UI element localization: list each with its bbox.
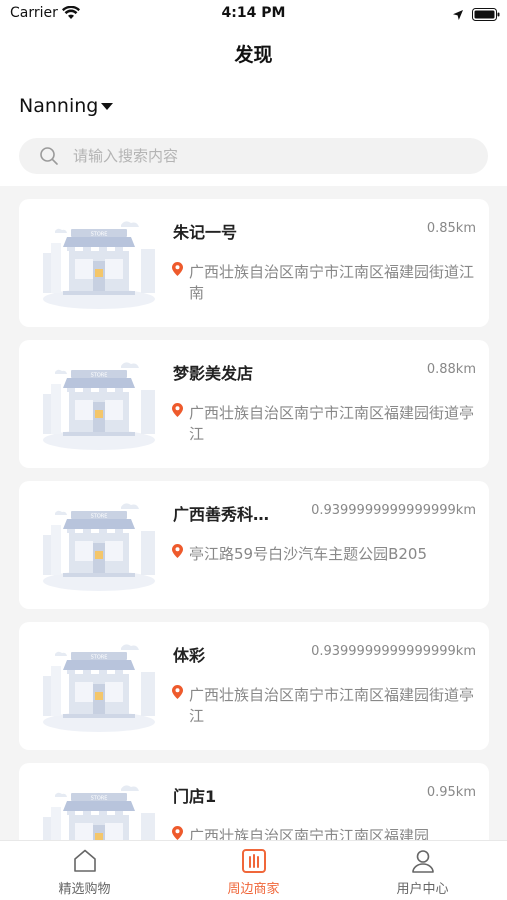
store-name: 梦影美发店 [173, 364, 254, 383]
store-card[interactable]: 梦影美发店 0.88km 广西壮族自治区南宁市江南区福建园街道亭江 [19, 340, 489, 468]
clock: 4:14 PM [221, 5, 286, 21]
store-card[interactable]: 广西善秀科技有限公司 0.9399999999999999km 亭江路59号白沙… [19, 481, 489, 609]
location-arrow-icon [452, 6, 464, 25]
store-distance: 0.85km [426, 221, 476, 236]
location-pin-icon [172, 685, 183, 699]
city-selector[interactable]: Nanning [19, 95, 114, 117]
tab-user-center[interactable]: 用户中心 [338, 841, 507, 900]
location-pin-icon [172, 403, 183, 417]
store-image [37, 777, 161, 840]
store-list[interactable]: 朱记一号 0.85km 广西壮族自治区南宁市江南区福建园街道江南 梦影美发店 0… [0, 186, 507, 840]
tab-bar: 精选购物 周边商家 用户中心 [0, 840, 507, 900]
tab-featured-shopping[interactable]: 精选购物 [0, 841, 169, 900]
store-address: 亭江路59号白沙汽车主题公园B205 [189, 545, 428, 563]
store-name: 门店1 [173, 787, 217, 806]
store-distance: 0.9399999999999999km [311, 503, 476, 518]
store-image [37, 354, 161, 454]
store-name: 广西善秀科技有限公司 [173, 505, 285, 524]
battery-icon [472, 6, 500, 25]
page-title: 发现 [234, 44, 273, 66]
store-address: 广西壮族自治区南宁市江南区福建园街道亭江 [189, 686, 475, 725]
city-label: Nanning [19, 95, 99, 117]
store-name: 体彩 [173, 646, 206, 665]
store-card[interactable]: 门店1 0.95km 广西壮族自治区南宁市江南区福建园 [19, 763, 489, 840]
header-area: Carrier 4:14 PM 发现 Nanning [0, 0, 507, 186]
location-pin-icon [172, 262, 183, 276]
tab-label: 精选购物 [58, 882, 111, 897]
store-image [37, 495, 161, 595]
store-image [37, 213, 161, 313]
nearby-store-icon [241, 849, 266, 873]
status-bar: Carrier 4:14 PM [0, 0, 507, 28]
store-name: 朱记一号 [173, 223, 238, 242]
location-pin-icon [172, 544, 183, 558]
store-distance: 0.95km [426, 785, 476, 800]
home-icon [73, 849, 96, 872]
search-bar[interactable] [19, 138, 488, 174]
store-address: 广西壮族自治区南宁市江南区福建园街道亭江 [189, 404, 475, 443]
user-icon [411, 850, 434, 873]
search-input[interactable] [73, 147, 453, 165]
search-icon [40, 147, 58, 165]
store-address: 广西壮族自治区南宁市江南区福建园 [189, 827, 430, 840]
store-card[interactable]: 朱记一号 0.85km 广西壮族自治区南宁市江南区福建园街道江南 [19, 199, 489, 327]
store-address: 广西壮族自治区南宁市江南区福建园街道江南 [189, 263, 475, 302]
location-pin-icon [172, 826, 183, 840]
tab-label: 用户中心 [396, 882, 449, 897]
tab-nearby-merchants[interactable]: 周边商家 [169, 841, 338, 900]
tab-label: 周边商家 [227, 882, 280, 897]
store-image [37, 636, 161, 736]
caret-down-icon [101, 102, 114, 110]
store-distance: 0.9399999999999999km [311, 644, 476, 659]
store-distance: 0.88km [426, 362, 476, 377]
store-card[interactable]: 体彩 0.9399999999999999km 广西壮族自治区南宁市江南区福建园… [19, 622, 489, 750]
